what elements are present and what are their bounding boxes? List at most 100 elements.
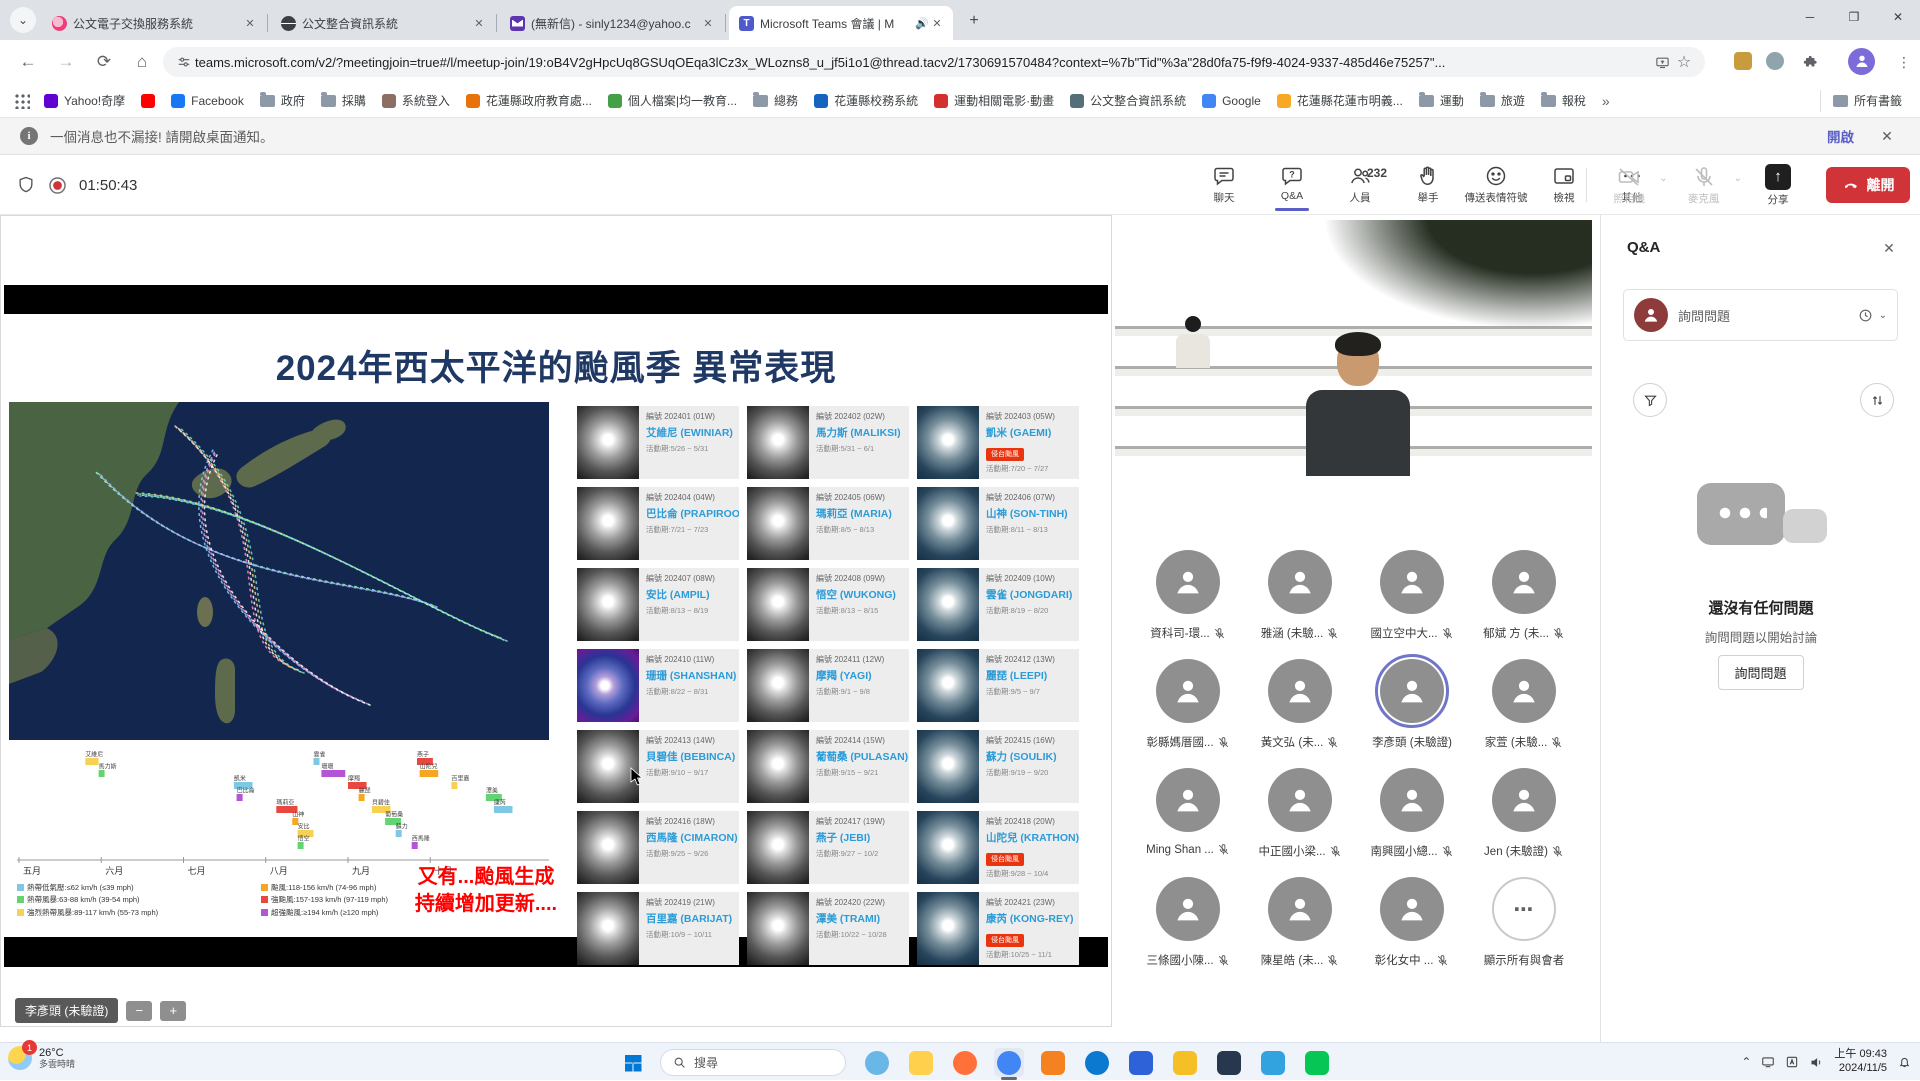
extensions-puzzle-icon[interactable] <box>1798 50 1820 72</box>
firefox-icon[interactable] <box>950 1048 980 1077</box>
typhoon-name[interactable]: 麗琵 (LEEPI) <box>986 668 1072 683</box>
bookmark-item[interactable]: 運動 <box>1411 88 1472 113</box>
typhoon-card[interactable]: 編號 202407 (08W) 安比 (AMPIL) 活動期:8/13 ~ 8/… <box>577 568 739 641</box>
extension-icon[interactable] <box>1734 52 1752 70</box>
enable-notifications-button[interactable]: 開啟 <box>1817 122 1864 150</box>
bookmark-item[interactable]: Yahoo!奇摩 <box>36 88 133 113</box>
leave-button[interactable]: 離開 <box>1826 167 1910 203</box>
minimize-button[interactable]: ─ <box>1788 0 1832 34</box>
typhoon-name[interactable]: 雲雀 (JONGDARI) <box>986 587 1072 602</box>
monitor-icon[interactable] <box>1761 1055 1775 1069</box>
zoom-out-button[interactable]: − <box>126 1001 152 1021</box>
taskbar-search[interactable]: 搜尋 <box>660 1049 846 1076</box>
notification-bell-icon[interactable] <box>1897 1055 1912 1070</box>
camera-button[interactable]: 照相機 <box>1603 165 1655 206</box>
browser-tab[interactable]: 公文電子交換服務系統 ✕ <box>42 6 266 40</box>
participant-tile[interactable]: Ming Shan ... <box>1132 763 1244 872</box>
show-all-participants-button[interactable]: ⋯ 顯示所有與會者 <box>1468 872 1580 981</box>
participant-tile[interactable]: 黃文弘 (未... <box>1244 654 1356 763</box>
extension-icon[interactable] <box>1766 52 1784 70</box>
typhoon-name[interactable]: 馬力斯 (MALIKSI) <box>816 425 902 440</box>
bookmark-item[interactable]: 花蓮縣花蓮市明義... <box>1269 88 1411 113</box>
typhoon-name[interactable]: 百里嘉 (BARIJAT) <box>646 911 732 926</box>
typhoon-name[interactable]: 珊珊 (SHANSHAN) <box>646 668 732 683</box>
bookmark-star-icon[interactable]: ☆ <box>1673 51 1695 73</box>
participant-tile[interactable]: 李彥頭 (未驗證) <box>1356 654 1468 763</box>
all-bookmarks-button[interactable]: 所有書籤 <box>1820 90 1910 112</box>
participant-tile[interactable]: 國立空中大... <box>1356 545 1468 654</box>
share-button[interactable]: ↑ 分享 <box>1752 164 1804 207</box>
bookmark-item[interactable]: Google <box>1194 90 1269 112</box>
line-icon[interactable] <box>1302 1048 1332 1077</box>
emoji-tool-button[interactable]: 傳送表情符號 <box>1467 160 1525 211</box>
tab-close-icon[interactable]: ✕ <box>700 15 716 31</box>
folder-orange-app-icon[interactable] <box>1038 1048 1068 1077</box>
bookmark-item[interactable]: 系統登入 <box>374 88 458 113</box>
qa-tool-button[interactable]: ? Q&A <box>1263 160 1321 211</box>
qa-filter-button[interactable] <box>1633 383 1667 417</box>
mail-app-icon[interactable] <box>1258 1048 1288 1077</box>
typhoon-card[interactable]: 編號 202401 (01W) 艾維尼 (EWINIAR) 活動期:5/26 ~… <box>577 406 739 479</box>
qa-compose-field[interactable]: 詢問問題 ⌄ <box>1623 289 1898 341</box>
typhoon-card[interactable]: 編號 202410 (11W) 珊珊 (SHANSHAN) 活動期:8/22 ~… <box>577 649 739 722</box>
typhoon-name[interactable]: 潭美 (TRAMI) <box>816 911 902 926</box>
typhoon-card[interactable]: 編號 202415 (16W) 蘇力 (SOULIK) 活動期:9/19 ~ 9… <box>917 730 1079 803</box>
back-icon[interactable]: ← <box>14 48 42 76</box>
close-icon[interactable]: ✕ <box>1874 123 1900 149</box>
typhoon-name[interactable]: 燕子 (JEBI) <box>816 830 902 845</box>
typhoon-name[interactable]: 艾維尼 (EWINIAR) <box>646 425 732 440</box>
participant-tile[interactable]: 家萱 (未驗... <box>1468 654 1580 763</box>
start-button[interactable] <box>620 1050 646 1076</box>
typhoon-card[interactable]: 編號 202414 (15W) 葡萄桑 (PULASAN) 活動期:9/15 ~… <box>747 730 909 803</box>
bookmark-item[interactable]: 花蓮縣校務系統 <box>806 88 926 113</box>
typhoon-card[interactable]: 編號 202409 (10W) 雲雀 (JONGDARI) 活動期:8/19 ~… <box>917 568 1079 641</box>
bookmark-item[interactable]: 旅遊 <box>1472 88 1533 113</box>
typhoon-card[interactable]: 編號 202404 (04W) 巴比侖 (PRAPIROON) 活動期:7/21… <box>577 487 739 560</box>
mic-button[interactable]: 麥克風 <box>1678 165 1730 206</box>
typhoon-name[interactable]: 巴比侖 (PRAPIROON) <box>646 506 732 521</box>
browser-tab[interactable]: (無新信) - sinly1234@yahoo.c ✕ <box>500 6 724 40</box>
edge-icon[interactable] <box>1082 1048 1112 1077</box>
participant-tile[interactable]: 彰化女中 ... <box>1356 872 1468 981</box>
bookmark-item[interactable]: 總務 <box>745 88 806 113</box>
typhoon-name[interactable]: 葡萄桑 (PULASAN) <box>816 749 902 764</box>
speaker-video-feed[interactable] <box>1115 220 1592 484</box>
participant-tile[interactable]: 南興國小總... <box>1356 763 1468 872</box>
clock[interactable]: 上午 09:43 2024/11/5 <box>1834 1048 1887 1076</box>
speaker-icon[interactable] <box>1809 1055 1824 1070</box>
typhoon-name[interactable]: 凱米 (GAEMI) <box>986 425 1072 440</box>
typhoon-name[interactable]: 悟空 (WUKONG) <box>816 587 902 602</box>
browser-tab[interactable]: Microsoft Teams 會議 | M 🔊 ✕ <box>729 6 953 40</box>
bookmark-item[interactable]: 採購 <box>313 88 374 113</box>
qa-compose-options[interactable]: ⌄ <box>1858 308 1887 323</box>
bookmark-item[interactable]: Facebook <box>163 90 252 112</box>
typhoon-card[interactable]: 編號 202408 (09W) 悟空 (WUKONG) 活動期:8/13 ~ 8… <box>747 568 909 641</box>
notes-app-icon[interactable] <box>1170 1048 1200 1077</box>
typhoon-card[interactable]: 編號 202418 (20W) 山陀兒 (KRATHON) 侵台颱風 活動期:9… <box>917 811 1079 884</box>
typhoon-name[interactable]: 摩羯 (YAGI) <box>816 668 902 683</box>
typhoon-card[interactable]: 編號 202411 (12W) 摩羯 (YAGI) 活動期:9/1 ~ 9/8 <box>747 649 909 722</box>
typhoon-card[interactable]: 編號 202402 (02W) 馬力斯 (MALIKSI) 活動期:5/31 ~… <box>747 406 909 479</box>
bookmark-item[interactable]: 個人檔案|均一教育... <box>600 88 745 113</box>
typhoon-name[interactable]: 瑪莉亞 (MARIA) <box>816 506 902 521</box>
file-explorer-icon[interactable] <box>906 1048 936 1077</box>
weather-app-icon[interactable] <box>862 1048 892 1077</box>
apps-grid-icon[interactable] <box>14 93 30 109</box>
typhoon-card[interactable]: 編號 202416 (18W) 西馬隆 (CIMARON) 活動期:9/25 ~… <box>577 811 739 884</box>
participant-tile[interactable]: 資科司-環... <box>1132 545 1244 654</box>
chevron-down-icon[interactable]: ⌄ <box>10 7 36 33</box>
hand-tool-button[interactable]: 舉手 <box>1399 160 1457 211</box>
typhoon-name[interactable]: 西馬隆 (CIMARON) <box>646 830 732 845</box>
maximize-button[interactable]: ❐ <box>1832 0 1876 34</box>
people-tool-button[interactable]: 232 人員 <box>1331 160 1389 211</box>
tab-close-icon[interactable]: ✕ <box>242 15 258 31</box>
photoshop-icon[interactable] <box>1214 1048 1244 1077</box>
participant-tile[interactable]: 郁斌 方 (未... <box>1468 545 1580 654</box>
browser-tab[interactable]: 公文整合資訊系統 ✕ <box>271 6 495 40</box>
participant-tile[interactable]: 中正國小梁... <box>1244 763 1356 872</box>
weather-widget[interactable]: 1 26°C 多雲時晴 <box>8 1046 75 1070</box>
tab-close-icon[interactable]: ✕ <box>929 15 945 31</box>
participant-tile[interactable]: 彰縣媽厝國... <box>1132 654 1244 763</box>
typhoon-card[interactable]: 編號 202412 (13W) 麗琵 (LEEPI) 活動期:9/5 ~ 9/7 <box>917 649 1079 722</box>
tab-audio-icon[interactable]: 🔊 <box>915 17 929 30</box>
